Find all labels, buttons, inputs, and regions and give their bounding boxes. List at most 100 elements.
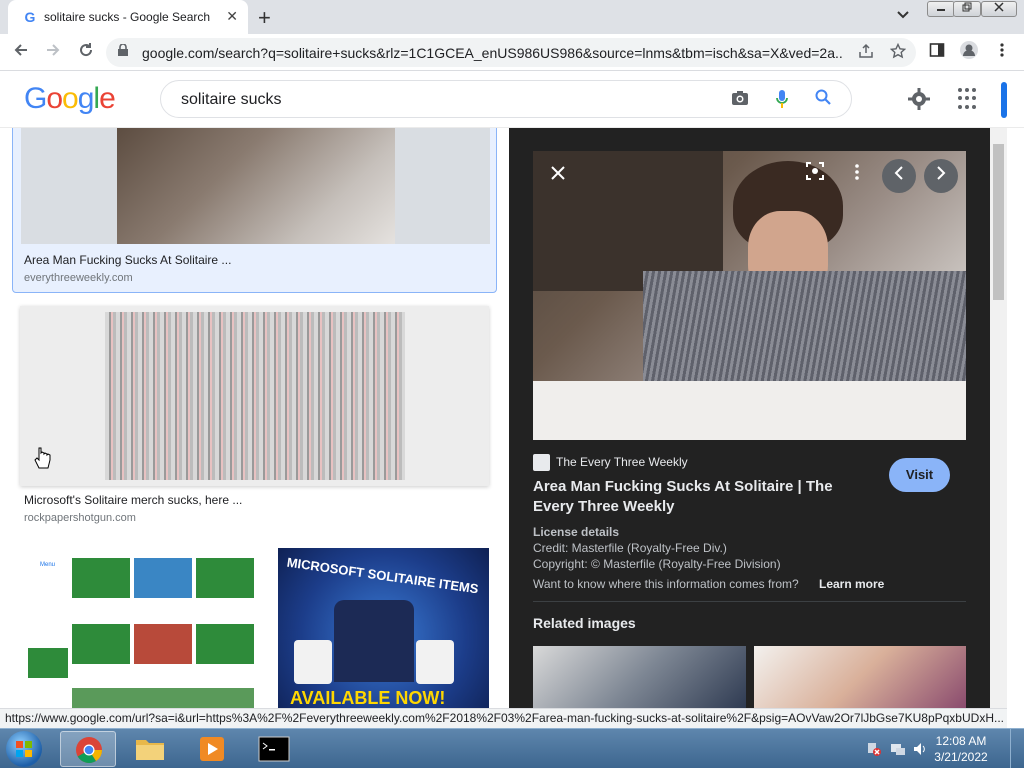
profile-avatar-icon[interactable]: [957, 40, 981, 64]
chrome-menu-icon[interactable]: [990, 40, 1014, 64]
man-playing-cards-image: [117, 128, 395, 244]
windows-taskbar: 12:08 AM 3/21/2022: [0, 728, 1024, 768]
command-prompt-taskbar-icon[interactable]: [246, 731, 302, 767]
lock-icon[interactable]: [118, 44, 128, 56]
page-scrollbar[interactable]: [990, 128, 1007, 708]
logo-letter: o: [46, 82, 63, 115]
search-input[interactable]: solitaire sucks: [181, 91, 281, 109]
license-credit: Credit: Masterfile (Royalty-Free Div.): [533, 541, 727, 555]
merch-bottom-text: AVAILABLE NOW!: [290, 688, 446, 708]
image-results: Area Man Fucking Sucks At Solitaire ... …: [0, 128, 509, 708]
bed-sheet-shape: [533, 381, 966, 440]
image-result-card[interactable]: MICROSOFT SOLITAIRE ITEMS AVAILABLE NOW!: [278, 548, 489, 708]
search-icon[interactable]: [815, 89, 831, 110]
image-result-card[interactable]: Microsoft's Solitaire merch sucks, here …: [20, 306, 490, 526]
scrollbar-thumb[interactable]: [993, 144, 1004, 300]
tab-close-icon[interactable]: ✕: [226, 8, 238, 25]
site-name[interactable]: The Every Three Weekly: [556, 455, 688, 469]
image-preview-panel: The Every Three Weekly Area Man Fucking …: [509, 128, 990, 708]
game-tile: [72, 558, 130, 598]
preview-title[interactable]: Area Man Fucking Sucks At Solitaire | Th…: [533, 477, 863, 517]
side-panel-icon[interactable]: [925, 40, 949, 64]
gear-icon[interactable]: [908, 88, 930, 116]
image-result-card-selected[interactable]: Area Man Fucking Sucks At Solitaire ... …: [12, 128, 497, 293]
result-source[interactable]: everythreeweekly.com: [24, 272, 133, 284]
browser-tab[interactable]: G solitaire sucks - Google Search ✕: [8, 0, 248, 34]
link-status-bar: https://www.google.com/url?sa=i&url=http…: [0, 708, 1007, 728]
merch-banner-text: MICROSOFT SOLITAIRE ITEMS: [285, 554, 480, 597]
google-favicon-icon: G: [24, 9, 36, 25]
logo-letter: g: [77, 82, 95, 115]
media-player-taskbar-icon[interactable]: [184, 731, 240, 767]
result-thumbnail[interactable]: [21, 128, 490, 244]
address-bar[interactable]: google.com/search?q=solitaire+sucks&rlz=…: [106, 38, 916, 67]
start-button[interactable]: [6, 731, 42, 767]
visit-button[interactable]: Visit: [889, 458, 950, 492]
license-heading[interactable]: License details: [533, 525, 619, 539]
tab-title: solitaire sucks - Google Search: [44, 10, 211, 24]
result-thumbnail[interactable]: Menu: [20, 548, 257, 708]
file-explorer-taskbar-icon[interactable]: [122, 731, 178, 767]
info-question: Want to know where this information come…: [533, 577, 799, 591]
back-button[interactable]: [9, 40, 33, 64]
reload-button[interactable]: [74, 40, 98, 64]
next-image-button[interactable]: [924, 159, 958, 193]
previous-image-button[interactable]: [882, 159, 916, 193]
minimize-button[interactable]: [927, 1, 955, 17]
more-options-icon[interactable]: [840, 159, 874, 193]
account-indicator[interactable]: [1001, 82, 1007, 118]
google-apps-icon[interactable]: [958, 88, 980, 110]
new-tab-button[interactable]: +: [258, 5, 271, 31]
related-image-thumbnail[interactable]: [754, 646, 966, 708]
camera-search-icon[interactable]: [731, 89, 749, 112]
network-status-icon[interactable]: [890, 741, 906, 762]
result-caption[interactable]: Area Man Fucking Sucks At Solitaire ...: [24, 253, 231, 267]
game-tile: [134, 558, 192, 598]
clock-time: 12:08 AM: [935, 734, 987, 748]
browser-toolbar: google.com/search?q=solitaire+sucks&rlz=…: [0, 34, 1024, 71]
mouse-cursor-icon: [34, 446, 52, 475]
bookmark-star-icon[interactable]: [889, 42, 907, 63]
chrome-taskbar-icon[interactable]: [60, 731, 116, 767]
search-box[interactable]: solitaire sucks: [160, 80, 852, 118]
google-logo[interactable]: Google: [24, 82, 116, 116]
related-image-thumbnail[interactable]: [533, 646, 746, 708]
window-close-button[interactable]: [981, 1, 1017, 17]
related-images-heading: Related images: [533, 615, 636, 631]
forward-button[interactable]: [41, 40, 65, 64]
share-icon[interactable]: [858, 43, 874, 63]
result-thumbnail[interactable]: [20, 306, 489, 486]
game-tile: [134, 624, 192, 664]
tab-search-button[interactable]: [897, 8, 909, 22]
close-preview-icon[interactable]: [541, 159, 575, 193]
game-tile: [72, 688, 254, 708]
divider: [533, 601, 966, 602]
network-warning-icon[interactable]: [866, 741, 882, 762]
restore-button[interactable]: [953, 1, 981, 17]
result-source[interactable]: rockpapershotgun.com: [24, 512, 136, 524]
game-tile: [196, 558, 254, 598]
result-caption[interactable]: Microsoft's Solitaire merch sucks, here …: [24, 493, 242, 507]
game-tile: [196, 624, 254, 664]
logo-letter: G: [24, 82, 47, 115]
logo-letter: o: [62, 82, 79, 115]
game-tile: [72, 624, 130, 664]
preview-image[interactable]: [533, 151, 966, 440]
solitaire-merch-pattern-image: [105, 312, 405, 480]
learn-more-link[interactable]: Learn more: [819, 577, 884, 591]
volume-icon[interactable]: [912, 741, 928, 762]
tshirt-image: [334, 600, 414, 682]
game-tile: [28, 648, 68, 678]
url-text[interactable]: google.com/search?q=solitaire+sucks&rlz=…: [142, 45, 842, 61]
mug-image: [294, 640, 332, 684]
microphone-icon[interactable]: [775, 89, 789, 114]
system-clock[interactable]: 12:08 AM 3/21/2022: [934, 733, 988, 765]
google-header: Google solitaire sucks: [0, 72, 1024, 128]
result-thumbnail[interactable]: MICROSOFT SOLITAIRE ITEMS AVAILABLE NOW!: [278, 548, 489, 708]
games-menu-label: Menu: [40, 562, 56, 568]
logo-letter: e: [99, 82, 116, 115]
site-favicon-icon: [533, 454, 550, 471]
show-desktop-button[interactable]: [1010, 729, 1024, 768]
google-lens-icon[interactable]: [798, 159, 832, 193]
image-result-card[interactable]: Menu: [20, 548, 257, 708]
